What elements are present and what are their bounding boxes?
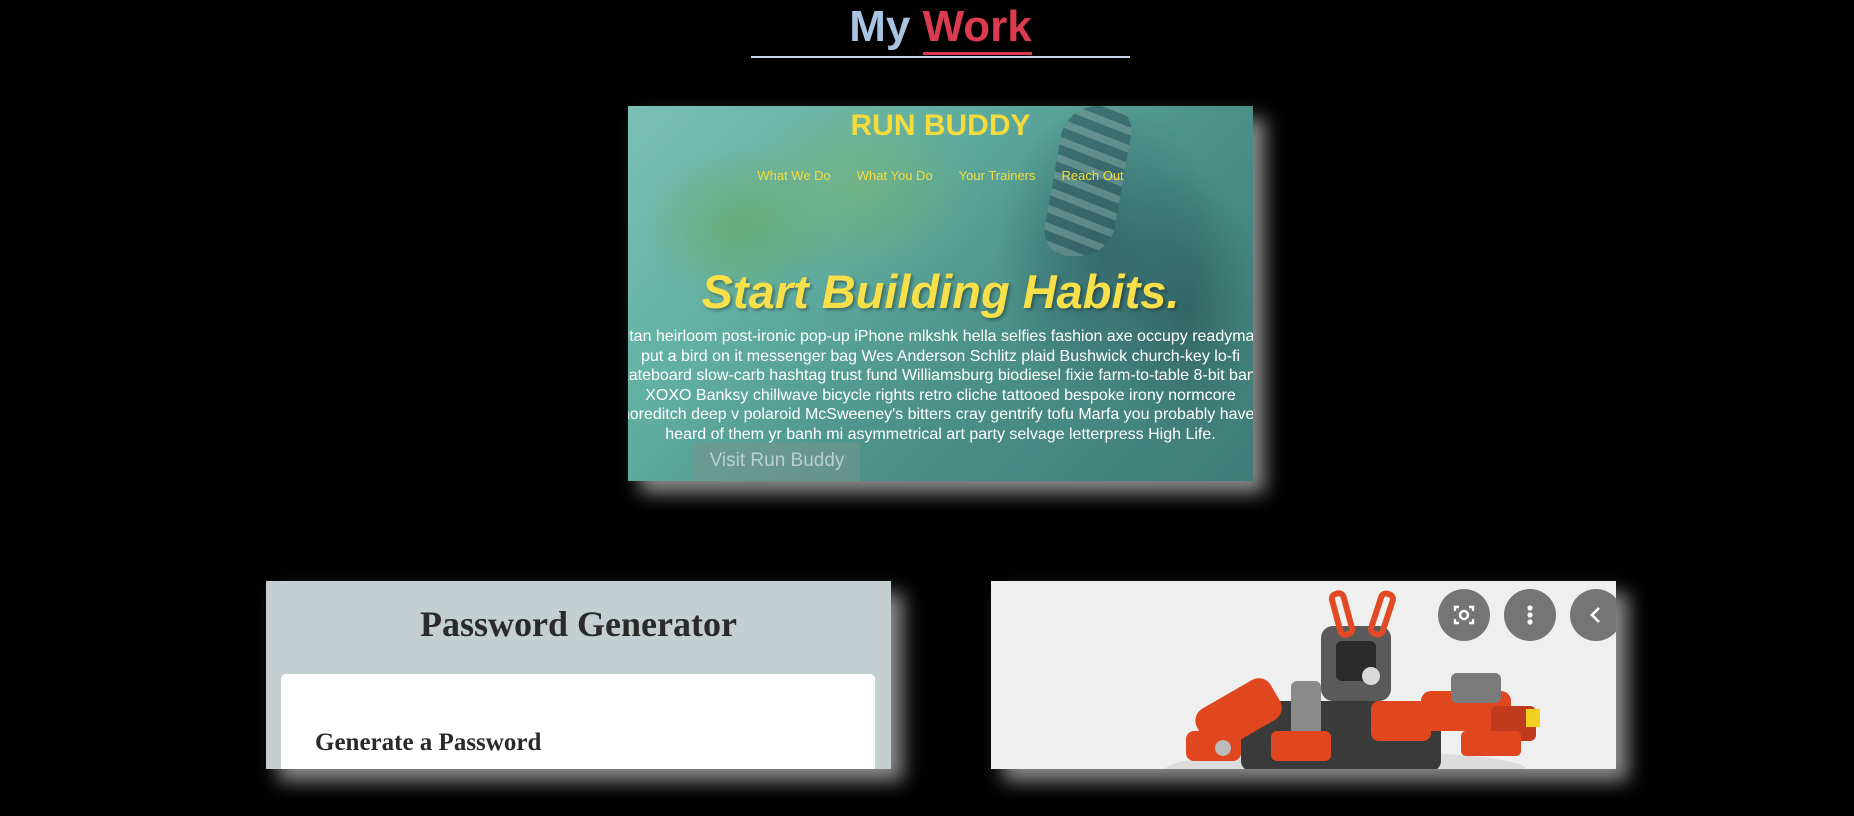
run-buddy-nav: What We Do What You Do Your Trainers Rea…: [628, 168, 1253, 183]
run-buddy-nav-reach-out[interactable]: Reach Out: [1062, 168, 1124, 183]
section-title: My Work: [751, 0, 1130, 55]
project-card-robot[interactable]: [991, 581, 1616, 769]
lens-icon: [1453, 605, 1475, 625]
run-buddy-body-text: seitan heirloom post-ironic pop-up iPhon…: [628, 328, 1253, 443]
section-title-second: Work: [922, 2, 1032, 55]
run-buddy-site-title: RUN BUDDY: [850, 109, 1031, 142]
portfolio-work-section: My Work RUN BUDDY What We Do What You Do…: [0, 0, 1854, 816]
chevron-left-icon: [1590, 607, 1600, 623]
run-buddy-nav-what-you-do[interactable]: What You Do: [857, 168, 933, 183]
password-generator-panel: Generate a Password: [281, 674, 875, 769]
section-title-first: My: [849, 2, 911, 51]
run-buddy-headline: Start Building Habits.: [701, 265, 1180, 318]
collapse-button[interactable]: [1570, 589, 1616, 641]
visit-run-buddy-link[interactable]: Visit Run Buddy: [694, 443, 860, 481]
section-heading: My Work: [751, 0, 1130, 58]
more-options-button[interactable]: [1504, 589, 1556, 641]
run-buddy-nav-your-trainers[interactable]: Your Trainers: [959, 168, 1036, 183]
run-buddy-nav-what-we-do[interactable]: What We Do: [757, 168, 830, 183]
project-card-password-generator[interactable]: Password Generator Generate a Password: [266, 581, 891, 769]
lens-button[interactable]: [1438, 589, 1490, 641]
project-card-run-buddy[interactable]: RUN BUDDY What We Do What You Do Your Tr…: [628, 106, 1253, 481]
password-generator-card-heading: Generate a Password: [315, 729, 542, 756]
more-vert-icon: [1527, 605, 1533, 625]
password-generator-title: Password Generator: [420, 604, 737, 644]
